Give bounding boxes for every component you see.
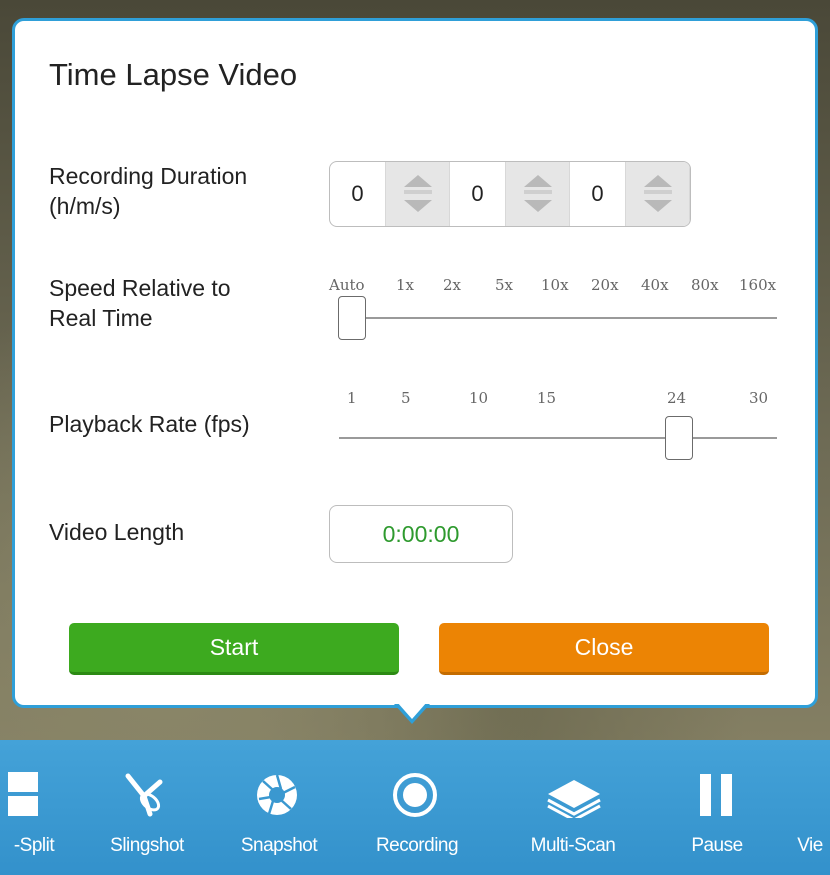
hours-field[interactable]: 0 (330, 162, 385, 226)
recording-duration-label-line2: (h/m/s) (49, 193, 121, 219)
speed-tick: 80x (691, 276, 719, 294)
recording-duration-input: 0 0 0 (329, 161, 691, 227)
playback-rate-label: Playback Rate (fps) (49, 411, 250, 437)
video-length-value: 0:00:00 (329, 505, 513, 563)
toolbar-recording[interactable]: Recording (356, 740, 476, 875)
toolbar-split[interactable]: -Split (0, 740, 80, 875)
fps-tick: 24 (667, 389, 687, 407)
aperture-icon (257, 774, 297, 815)
spinner-down-icon[interactable] (524, 200, 553, 212)
toolbar-label: Slingshot (110, 835, 184, 856)
speed-slider-thumb[interactable] (338, 296, 366, 340)
slingshot-icon (125, 773, 163, 817)
video-length-label: Video Length (49, 519, 185, 545)
layers-icon (547, 780, 601, 818)
fps-tick: 1 (347, 389, 357, 407)
toolbar-snapshot[interactable]: Snapshot (222, 740, 332, 875)
minutes-field[interactable]: 0 (450, 162, 505, 226)
seconds-field[interactable]: 0 (570, 162, 625, 226)
fps-tick: 15 (537, 389, 557, 407)
minutes-spinner[interactable] (505, 162, 570, 226)
spinner-up-icon[interactable] (524, 175, 553, 187)
bottom-toolbar: -Split Slingshot Snapshot Recording Mult… (0, 740, 830, 875)
spinner-up-icon[interactable] (404, 175, 433, 187)
speed-tick: 2x (443, 276, 462, 294)
speed-tick: 20x (591, 276, 619, 294)
speed-tick: Auto (329, 276, 365, 294)
fps-tick: 5 (401, 389, 411, 407)
toolbar-view[interactable]: Vie (786, 740, 830, 875)
dialog-title: Time Lapse Video (49, 57, 298, 92)
split-icon (8, 772, 38, 816)
toolbar-label: Snapshot (240, 835, 318, 856)
toolbar-label: Pause (691, 835, 743, 856)
close-button[interactable]: Close (439, 623, 769, 675)
speed-tick: 160x (739, 276, 777, 294)
spinner-down-icon[interactable] (404, 200, 433, 212)
recording-duration-label-line1: Recording Duration (49, 163, 248, 189)
speed-label-line1: Speed Relative to (49, 275, 231, 301)
fps-tick: 10 (469, 389, 489, 407)
speed-tick: 5x (495, 276, 514, 294)
hours-spinner[interactable] (385, 162, 450, 226)
pause-icon (700, 774, 732, 816)
playback-slider-track[interactable] (339, 437, 777, 439)
playback-slider-thumb[interactable] (665, 416, 693, 460)
spinner-divider (404, 190, 433, 194)
spinner-divider (644, 190, 673, 194)
speed-tick: 40x (641, 276, 669, 294)
seconds-spinner[interactable] (625, 162, 690, 226)
toolbar-label: Multi-Scan (530, 835, 616, 856)
speed-slider-track[interactable] (339, 317, 777, 319)
toolbar-label: -Split (13, 835, 55, 856)
dialog-pointer-fill (397, 702, 427, 719)
time-lapse-dialog: Time Lapse Video Recording Duration (h/m… (12, 18, 818, 708)
record-icon (393, 773, 437, 817)
toolbar-label: Vie (797, 835, 823, 856)
recording-duration-label: Recording Duration (h/m/s) (49, 161, 247, 221)
fps-tick: 30 (749, 389, 769, 407)
spinner-down-icon[interactable] (644, 200, 673, 212)
start-button[interactable]: Start (69, 623, 399, 675)
toolbar-pause[interactable]: Pause (672, 740, 772, 875)
toolbar-multi-scan[interactable]: Multi-Scan (510, 740, 640, 875)
toolbar-slingshot[interactable]: Slingshot (90, 740, 200, 875)
spinner-divider (524, 190, 553, 194)
speed-label: Speed Relative to Real Time (49, 273, 231, 333)
speed-tick: 1x (396, 276, 415, 294)
speed-tick: 10x (541, 276, 569, 294)
spinner-up-icon[interactable] (644, 175, 673, 187)
speed-label-line2: Real Time (49, 305, 153, 331)
toolbar-label: Recording (375, 835, 459, 856)
